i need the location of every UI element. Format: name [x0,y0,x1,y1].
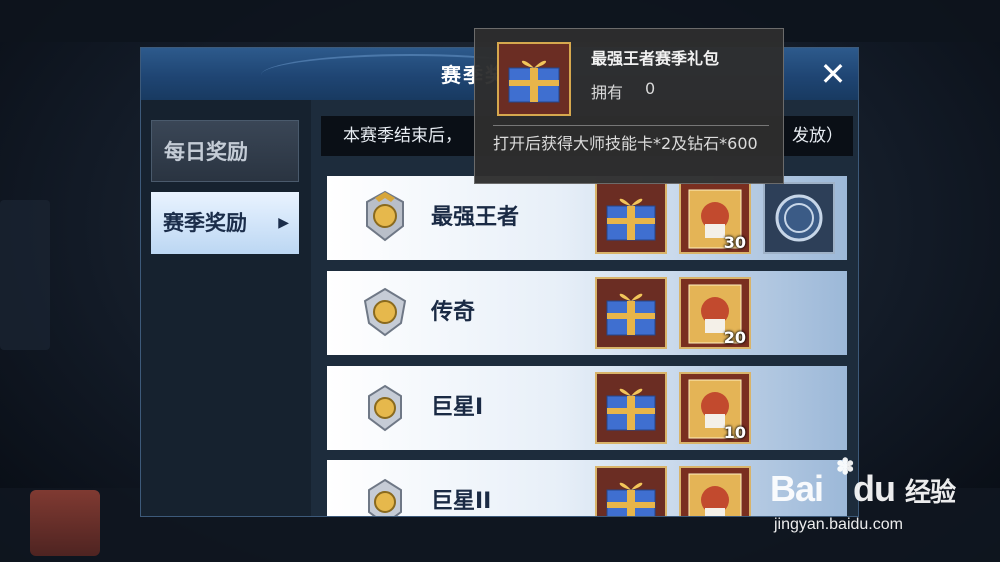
tab-season-reward[interactable]: 赛季奖励 ▶ [151,192,299,254]
badge-icon[interactable] [763,182,835,254]
baidu-jingyan-watermark: Bai ✽ du 经验 jingyan.baidu.com [770,454,990,548]
tooltip-description: 打开后获得大师技能卡*2及钻石*600 [493,134,758,153]
gift-box-icon [497,42,571,116]
skill-card-icon[interactable]: 20 [679,277,751,349]
rank-emblem-icon [366,190,404,242]
skill-card-icon[interactable]: 10 [679,372,751,444]
rank-emblem-icon [363,287,407,337]
watermark-logo-cn: 经验 [905,477,956,507]
reward-row: 巨星II [327,460,847,516]
rank-name: 巨星I [431,395,484,420]
gift-box-icon[interactable] [595,182,667,254]
watermark-logo-text: Bai [770,468,824,509]
rank-emblem-icon [368,478,402,516]
reward-row: 最强王者 30 [327,176,847,260]
reward-count: 10 [723,423,746,442]
rank-name: 传奇 [431,300,476,325]
item-tooltip: 最强王者赛季礼包 拥有 0 打开后获得大师技能卡*2及钻石*600 [474,28,784,184]
watermark-url: jingyan.baidu.com [774,516,903,533]
tooltip-divider [493,125,769,126]
skill-card-icon[interactable]: 30 [679,182,751,254]
chevron-right-icon: ▶ [278,215,289,231]
rank-emblem-icon [368,384,402,432]
reward-count: 30 [723,233,746,252]
notice-end: 发放） [792,126,843,146]
reward-count: 20 [723,328,746,347]
tab-daily-reward[interactable]: 每日奖励 [151,120,299,182]
sidebar: 每日奖励 赛季奖励 ▶ [141,100,311,516]
watermark-logo: Bai ✽ du 经验 [770,454,956,509]
gift-box-icon[interactable] [595,372,667,444]
background-side-panel [0,200,50,350]
background-avatar [30,490,100,556]
close-icon: ✕ [819,55,847,93]
tab-label: 每日奖励 [164,140,248,164]
rank-name: 巨星II [431,489,492,514]
close-button[interactable]: ✕ [813,54,853,94]
tab-label: 赛季奖励 [163,211,247,235]
tooltip-own-value: 0 [645,79,656,98]
skill-card-icon[interactable] [679,466,751,516]
tooltip-item-name: 最强王者赛季礼包 [591,49,720,68]
gift-box-icon[interactable] [595,277,667,349]
reward-row: 巨星I 10 [327,366,847,450]
gift-box-icon[interactable] [595,466,667,516]
rank-name: 最强王者 [431,205,520,230]
notice-start: 本赛季结束后， [343,126,462,146]
paw-icon: ✽ [836,454,854,479]
reward-row: 传奇 20 [327,271,847,355]
tooltip-own-label: 拥有 [591,83,624,102]
